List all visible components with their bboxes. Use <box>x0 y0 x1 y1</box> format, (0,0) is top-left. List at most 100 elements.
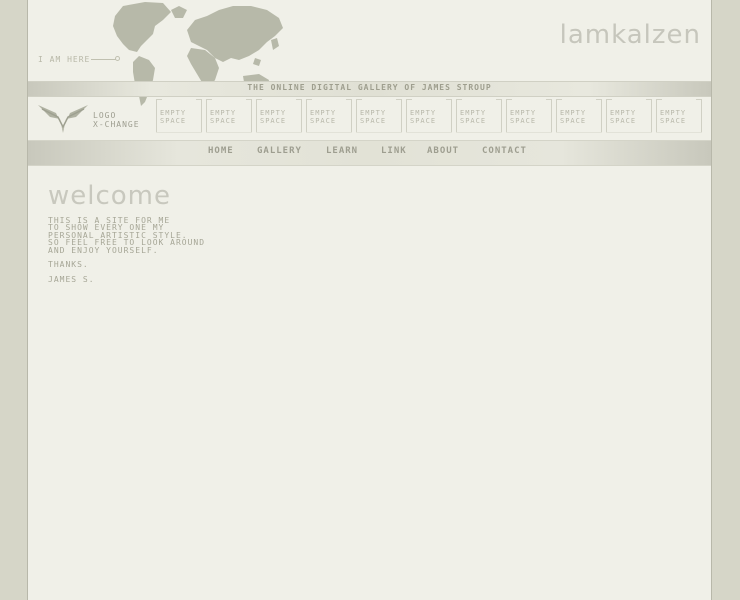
slot-frame-line <box>296 99 302 100</box>
nav-about[interactable]: ABOUT <box>427 146 459 156</box>
slot-frame-line <box>156 99 162 100</box>
empty-space-label-line2: SPACE <box>160 117 187 125</box>
site-logo[interactable]: lamkalzen <box>560 20 701 50</box>
empty-space-label-line2: SPACE <box>210 117 237 125</box>
location-marker-icon <box>115 56 120 61</box>
slot-frame-line <box>401 99 402 133</box>
slot-frame-line <box>406 132 452 133</box>
slot-frame-line <box>306 99 312 100</box>
slot-frame-line <box>651 99 652 133</box>
tagline: THE ONLINE DIGITAL GALLERY OF JAMES STRO… <box>247 83 492 92</box>
empty-space-label-line1: EMPTY <box>160 109 187 117</box>
slot-frame-line <box>196 99 202 100</box>
empty-space-label-line2: SPACE <box>660 117 687 125</box>
tagline-bar: THE ONLINE DIGITAL GALLERY OF JAMES STRO… <box>28 81 711 97</box>
slot-frame-line <box>451 99 452 133</box>
logo-label-line2: X-CHANGE <box>93 120 140 129</box>
slot-frame-line <box>251 99 252 133</box>
nav-home[interactable]: HOME <box>208 146 234 156</box>
empty-space-slot[interactable]: EMPTY SPACE <box>506 97 552 135</box>
slot-frame-line <box>551 99 552 133</box>
slot-frame-line <box>356 99 362 100</box>
nav-gallery[interactable]: GALLERY <box>257 146 302 156</box>
slot-frame-line <box>656 99 657 133</box>
location-pointer-line <box>91 59 116 60</box>
slot-frame-line <box>356 132 402 133</box>
slot-frame-line <box>396 99 402 100</box>
empty-space-label-line2: SPACE <box>360 117 387 125</box>
slot-frame-line <box>556 99 562 100</box>
empty-space-label-line2: SPACE <box>410 117 437 125</box>
empty-space-label: EMPTY SPACE <box>560 109 586 125</box>
empty-space-label: EMPTY SPACE <box>610 109 636 125</box>
slot-frame-line <box>356 99 357 133</box>
slot-frame-line <box>496 99 502 100</box>
welcome-thanks: THANKS. <box>48 260 89 269</box>
empty-space-slot[interactable]: EMPTY SPACE <box>556 97 602 135</box>
slot-frame-line <box>206 132 252 133</box>
empty-space-slot[interactable]: EMPTY SPACE <box>656 97 702 135</box>
empty-space-slot[interactable]: EMPTY SPACE <box>356 97 402 135</box>
slot-frame-line <box>456 132 502 133</box>
empty-space-slot[interactable]: EMPTY SPACE <box>606 97 652 135</box>
slot-frame-line <box>606 99 612 100</box>
empty-space-label: EMPTY SPACE <box>310 109 336 125</box>
slot-frame-line <box>256 99 257 133</box>
empty-space-label-line1: EMPTY <box>210 109 237 117</box>
logo-exchange[interactable]: LOGO X-CHANGE <box>36 99 151 135</box>
empty-space-slot[interactable]: EMPTY SPACE <box>456 97 502 135</box>
empty-space-slot[interactable]: EMPTY SPACE <box>306 97 352 135</box>
empty-space-label-line1: EMPTY <box>510 109 537 117</box>
empty-space-label-line1: EMPTY <box>410 109 437 117</box>
welcome-body: THIS IS A SITE FOR ME TO SHOW EVERY ONE … <box>48 216 206 255</box>
empty-space-label-line1: EMPTY <box>610 109 637 117</box>
slot-frame-line <box>506 99 512 100</box>
slot-frame-line <box>556 99 557 133</box>
nav-contact[interactable]: CONTACT <box>482 146 527 156</box>
empty-space-label: EMPTY SPACE <box>160 109 186 125</box>
slot-frame-line <box>456 99 457 133</box>
slot-frame-line <box>206 99 207 133</box>
empty-space-label-line2: SPACE <box>610 117 637 125</box>
empty-space-slot[interactable]: EMPTY SPACE <box>206 97 252 135</box>
slot-frame-line <box>506 132 552 133</box>
slot-frame-line <box>246 99 252 100</box>
welcome-heading: welcome <box>48 181 172 211</box>
empty-space-slot[interactable]: EMPTY SPACE <box>406 97 452 135</box>
slot-frame-line <box>696 99 702 100</box>
empty-space-slot[interactable]: EMPTY SPACE <box>156 97 202 135</box>
slot-frame-line <box>701 99 702 133</box>
empty-space-label-line1: EMPTY <box>460 109 487 117</box>
welcome-signature: JAMES S. <box>48 275 95 284</box>
empty-space-label-line2: SPACE <box>510 117 537 125</box>
empty-space-label-line2: SPACE <box>460 117 487 125</box>
slot-frame-line <box>346 99 352 100</box>
slot-frame-line <box>656 132 702 133</box>
slot-frame-line <box>606 132 652 133</box>
slot-frame-line <box>656 99 662 100</box>
slot-frame-line <box>606 99 607 133</box>
empty-space-slots: EMPTY SPACE EMPTY SPACE EMPTY SPACE EMPTY SPACE… <box>156 97 702 135</box>
nav-link[interactable]: LINK <box>381 146 407 156</box>
empty-space-label: EMPTY SPACE <box>410 109 436 125</box>
slot-frame-line <box>546 99 552 100</box>
slot-frame-line <box>506 99 507 133</box>
empty-space-slot[interactable]: EMPTY SPACE <box>256 97 302 135</box>
slot-frame-line <box>501 99 502 133</box>
slot-frame-line <box>206 99 212 100</box>
slot-frame-line <box>156 132 202 133</box>
empty-space-label: EMPTY SPACE <box>360 109 386 125</box>
empty-space-label-line2: SPACE <box>560 117 587 125</box>
slot-frame-line <box>596 99 602 100</box>
navigation-bar: HOME GALLERY LEARN LINK ABOUT CONTACT <box>28 140 711 166</box>
empty-space-label: EMPTY SPACE <box>510 109 536 125</box>
slot-frame-line <box>646 99 652 100</box>
empty-space-label-line2: SPACE <box>310 117 337 125</box>
slot-frame-line <box>306 132 352 133</box>
page-frame: I AM HERE lamkalzen THE ONLINE DIGITAL G… <box>27 0 712 600</box>
nav-learn[interactable]: LEARN <box>326 146 358 156</box>
slot-frame-line <box>201 99 202 133</box>
slot-frame-line <box>446 99 452 100</box>
empty-space-label-line1: EMPTY <box>660 109 687 117</box>
slot-frame-line <box>306 99 307 133</box>
